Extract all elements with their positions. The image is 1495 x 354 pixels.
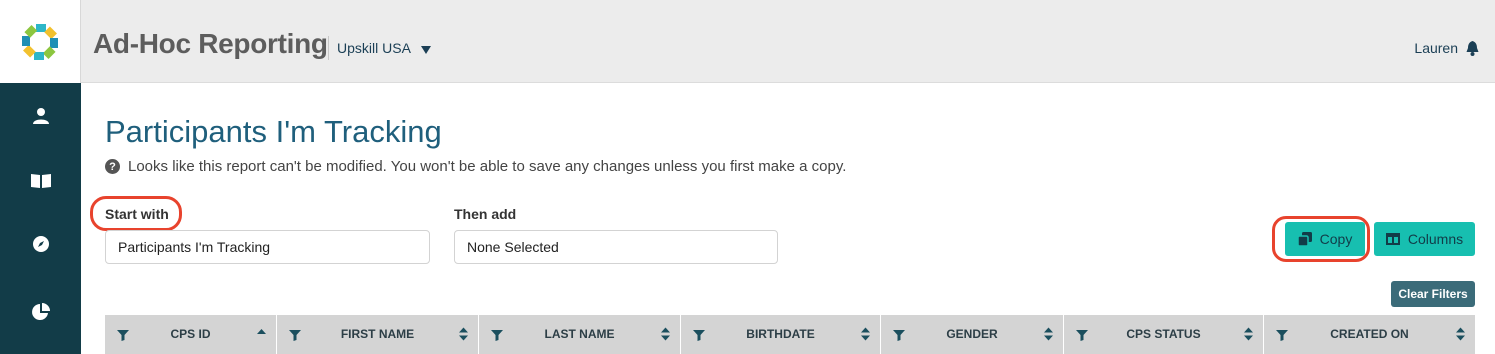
copy-button[interactable]: Copy <box>1285 222 1365 256</box>
column-label: CREATED ON <box>1330 327 1409 341</box>
readonly-notice: ? Looks like this report can't be modifi… <box>105 158 846 175</box>
clear-filters-button[interactable]: Clear Filters <box>1391 281 1475 307</box>
sort-icon[interactable] <box>1244 327 1253 344</box>
copy-icon <box>1297 232 1312 246</box>
then-add-value: None Selected <box>467 239 559 255</box>
book-icon <box>30 174 51 188</box>
bell-icon[interactable] <box>1466 40 1479 56</box>
person-icon <box>32 108 49 124</box>
column-header-birthdate[interactable]: BIRTHDATE <box>681 315 881 354</box>
sidebar-item-library[interactable] <box>0 160 81 200</box>
sidebar <box>0 0 81 354</box>
column-label: GENDER <box>946 327 998 341</box>
column-label: LAST NAME <box>544 327 615 341</box>
sort-icon[interactable] <box>459 327 468 344</box>
top-header: Ad-Hoc Reporting Upskill USA Lauren <box>81 0 1495 83</box>
page-title: Participants I'm Tracking <box>105 114 442 149</box>
column-header-last-name[interactable]: LAST NAME <box>479 315 681 354</box>
org-dropdown[interactable]: Upskill USA <box>337 40 431 56</box>
sidebar-item-participants[interactable] <box>0 96 81 136</box>
column-header-first-name[interactable]: FIRST NAME <box>277 315 479 354</box>
columns-label: Columns <box>1407 231 1464 247</box>
start-with-label: Start with <box>105 206 169 222</box>
column-label: CPS ID <box>170 327 211 341</box>
notice-text: Looks like this report can't be modified… <box>128 158 847 175</box>
column-label: CPS STATUS <box>1126 327 1201 341</box>
copy-label: Copy <box>1319 231 1353 247</box>
column-header-cps-id[interactable]: CPS ID <box>105 315 277 354</box>
app-logo[interactable] <box>0 0 81 83</box>
app-title: Ad-Hoc Reporting <box>93 28 328 59</box>
column-label: BIRTHDATE <box>746 327 815 341</box>
pie-chart-icon <box>31 303 50 320</box>
logo-icon <box>22 23 58 60</box>
sort-icon[interactable] <box>1044 327 1053 344</box>
sidebar-item-reports[interactable] <box>0 292 81 332</box>
help-icon: ? <box>105 159 120 174</box>
sort-icon[interactable] <box>861 327 870 344</box>
user-name: Lauren <box>1414 40 1458 56</box>
column-header-created-on[interactable]: CREATED ON <box>1264 315 1475 354</box>
table-header: CPS ID FIRST NAME LAST NAME BIRTHDATE GE… <box>105 315 1475 354</box>
sort-icon[interactable] <box>661 327 670 344</box>
columns-button[interactable]: Columns <box>1374 222 1475 256</box>
sort-asc-icon[interactable] <box>257 327 266 341</box>
chevron-down-icon <box>420 45 431 54</box>
sort-icon[interactable] <box>1456 327 1465 344</box>
columns-icon <box>1385 233 1400 245</box>
then-add-label: Then add <box>454 206 517 222</box>
user-menu[interactable]: Lauren <box>1414 40 1479 56</box>
then-add-field[interactable]: None Selected <box>454 230 778 264</box>
org-name: Upskill USA <box>337 40 411 56</box>
column-header-gender[interactable]: GENDER <box>881 315 1064 354</box>
column-header-cps-status[interactable]: CPS STATUS <box>1064 315 1264 354</box>
compass-icon <box>32 236 49 252</box>
start-with-value: Participants I'm Tracking <box>118 239 271 255</box>
column-label: FIRST NAME <box>340 327 415 341</box>
header-divider <box>328 36 329 60</box>
start-with-field[interactable]: Participants I'm Tracking <box>105 230 430 264</box>
sidebar-item-explore[interactable] <box>0 224 81 264</box>
